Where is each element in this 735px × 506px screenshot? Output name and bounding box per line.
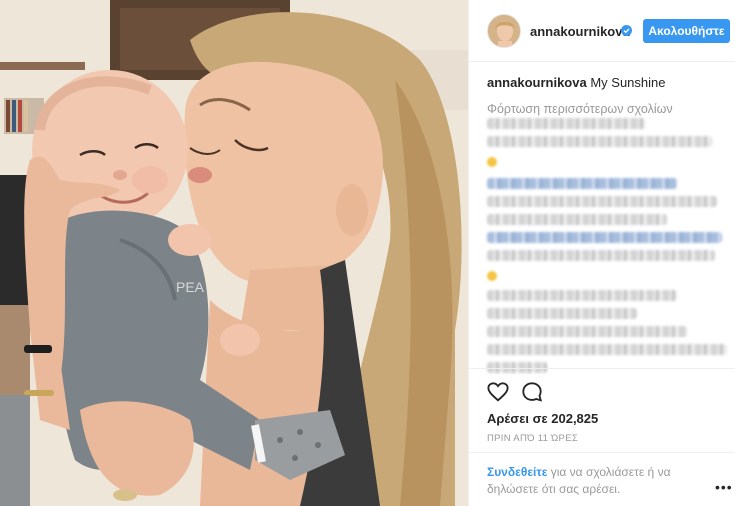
post-header: annakournikova Ακολουθήστε [469, 0, 735, 62]
likes-count[interactable]: Αρέσει σε 202,825 [487, 411, 598, 426]
heart-icon[interactable] [487, 381, 509, 403]
blurred-comment-line [487, 214, 667, 225]
post-timestamp[interactable]: ΠΡΙΝ ΑΠΌ 11 ΏΡΕΣ [487, 433, 578, 444]
caption-text: My Sunshine [590, 75, 666, 90]
blurred-comment-line [487, 290, 677, 301]
blurred-comment-line [487, 326, 687, 337]
comments-section: annakournikova My Sunshine Φόρτωση περισ… [487, 74, 727, 118]
blurred-comment-line [487, 196, 717, 207]
load-more-comments-link[interactable]: Φόρτωση περισσότερων σχολίων [487, 100, 727, 118]
post-photo: PEA [0, 0, 468, 506]
onesie-print: PEA [176, 279, 205, 295]
blurred-emoji [487, 157, 497, 167]
post-side-panel: annakournikova Ακολουθήστε annakournikov… [468, 0, 735, 506]
blurred-emoji [487, 271, 497, 281]
blurred-comment-line [487, 308, 637, 319]
blurred-comment-line [487, 344, 727, 355]
blurred-comment-line [487, 250, 715, 261]
post-caption: annakournikova My Sunshine [487, 74, 727, 92]
login-prompt-text: Συνδεθείτε για να σχολιάσετε ή να δηλώσε… [487, 464, 697, 498]
comment-icon[interactable] [521, 381, 543, 403]
more-options-icon[interactable]: ••• [715, 479, 733, 495]
login-prompt: Συνδεθείτε για να σχολιάσετε ή να δηλώσε… [469, 452, 735, 506]
blurred-comment-line [487, 178, 677, 189]
follow-button[interactable]: Ακολουθήστε [643, 19, 730, 43]
blurred-comment-line [487, 118, 645, 129]
username-link[interactable]: annakournikova [530, 24, 630, 39]
blurred-comment-line [487, 232, 722, 243]
verified-badge-icon [621, 25, 632, 36]
blurred-emoji-row [487, 268, 732, 282]
avatar-image [488, 15, 520, 47]
login-link[interactable]: Συνδεθείτε [487, 465, 547, 479]
avatar[interactable] [487, 14, 521, 48]
caption-username[interactable]: annakournikova [487, 75, 587, 90]
blurred-comment-line [487, 136, 712, 147]
photo-illustration: PEA [0, 0, 468, 506]
blurred-comments [487, 118, 732, 380]
post-actions: Αρέσει σε 202,825 ΠΡΙΝ ΑΠΌ 11 ΏΡΕΣ [469, 368, 735, 464]
blurred-emoji-row [487, 154, 732, 168]
